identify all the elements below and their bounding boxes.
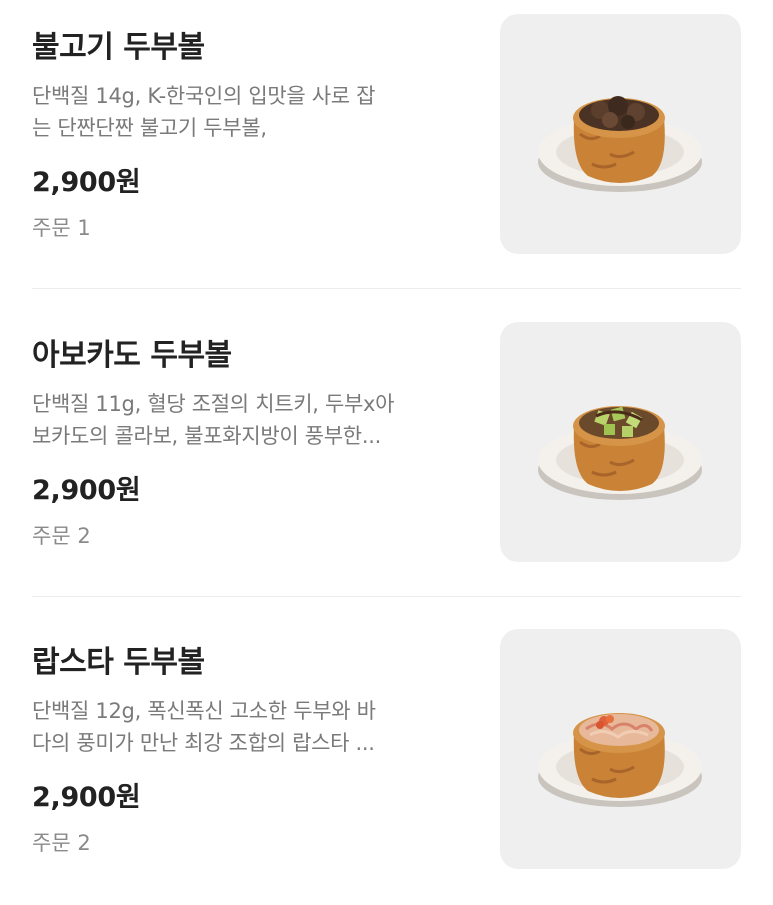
menu-item-description: 단백질 11g, 혈당 조절의 치트키, 두부x아 보카도의 콜라보, 불포화지… — [32, 388, 462, 452]
order-count: 주문 2 — [32, 524, 91, 548]
menu-list: 불고기 두부볼 단백질 14g, K-한국인의 입맛을 사로 잡 는 단짠단짠 … — [0, 0, 773, 895]
menu-item-price: 2,900원 — [32, 475, 141, 506]
avocado-tofu-ball-image[interactable] — [500, 322, 741, 562]
order-count: 주문 2 — [32, 831, 91, 855]
bulgogi-tofu-ball-image[interactable] — [500, 14, 741, 254]
lobster-tofu-ball-image[interactable] — [500, 629, 741, 869]
description-line: 단백질 14g, K-한국인의 입맛을 사로 잡 — [32, 84, 376, 108]
description-line: 는 단짠단짠 불고기 두부볼, — [32, 116, 267, 140]
menu-item-description: 단백질 12g, 폭신폭신 고소한 두부와 바 다의 풍미가 만난 최강 조합의… — [32, 695, 462, 759]
divider — [32, 288, 741, 289]
description-line: 단백질 11g, 혈당 조절의 치트키, 두부x아 — [32, 392, 395, 416]
menu-item-description: 단백질 14g, K-한국인의 입맛을 사로 잡 는 단짠단짠 불고기 두부볼, — [32, 80, 462, 144]
menu-item-title: 불고기 두부볼 — [32, 30, 205, 65]
order-count: 주문 1 — [32, 216, 91, 240]
divider — [32, 596, 741, 597]
menu-item-lobster[interactable]: 랍스타 두부볼 단백질 12g, 폭신폭신 고소한 두부와 바 다의 풍미가 만… — [0, 615, 773, 905]
menu-item-price: 2,900원 — [32, 167, 141, 198]
menu-item-price: 2,900원 — [32, 782, 141, 813]
menu-item-title: 랍스타 두부볼 — [32, 645, 205, 680]
description-line: 다의 풍미가 만난 최강 조합의 랍스타 ... — [32, 731, 375, 755]
description-line: 단백질 12g, 폭신폭신 고소한 두부와 바 — [32, 699, 376, 723]
description-line: 보카도의 콜라보, 불포화지방이 풍부한... — [32, 424, 381, 448]
menu-item-bulgogi[interactable]: 불고기 두부볼 단백질 14g, K-한국인의 입맛을 사로 잡 는 단짠단짠 … — [0, 0, 773, 290]
menu-item-title: 아보카도 두부볼 — [32, 338, 232, 373]
menu-item-avocado[interactable]: 아보카도 두부볼 단백질 11g, 혈당 조절의 치트키, 두부x아 보카도의 … — [0, 308, 773, 598]
